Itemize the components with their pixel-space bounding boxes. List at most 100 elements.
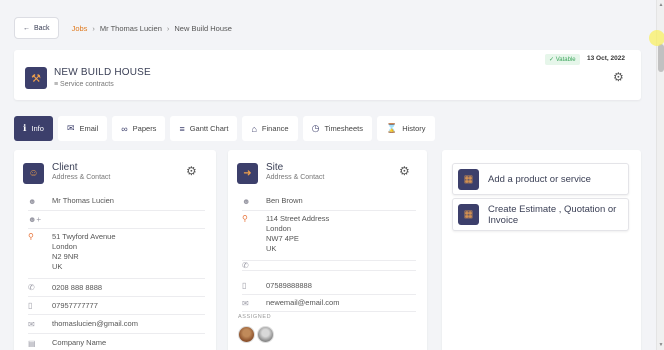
tab-papers-label: Papers xyxy=(132,124,157,133)
client-subtitle: Address & Contact xyxy=(52,174,111,181)
mouse-cursor-highlight xyxy=(649,30,664,46)
back-button[interactable]: ← Back xyxy=(14,17,59,39)
site-phone-row: ✆ xyxy=(242,261,416,271)
back-label: Back xyxy=(34,24,50,32)
vatable-badge: ✓ Vatable xyxy=(545,54,580,65)
job-settings-gear-icon[interactable]: ⚙ xyxy=(613,70,624,84)
client-address-line: N2 9NR xyxy=(52,252,79,261)
client-mobile[interactable]: 07957777777 xyxy=(52,301,98,311)
envelope-icon: ✉ xyxy=(28,319,35,329)
building-icon: ▤ xyxy=(28,338,36,348)
tab-bar: ℹ Info ✉ Email ∞ Papers ≡ Gantt Chart ⌂ … xyxy=(14,116,435,141)
mobile-icon: ▯ xyxy=(28,301,33,310)
assigned-avatar[interactable] xyxy=(238,326,255,343)
hammer-icon: ⚒ xyxy=(25,67,47,89)
client-address-line: UK xyxy=(52,262,63,271)
contact-card-icon: ☺ xyxy=(23,163,44,184)
client-address-line: London xyxy=(52,242,78,251)
job-date: 13 Oct, 2022 xyxy=(587,55,625,62)
site-card: ➜ Site Address & Contact ⚙ ☻ Ben Brown ⚲… xyxy=(228,150,427,350)
assigned-avatar[interactable] xyxy=(257,326,274,343)
top-strip xyxy=(0,0,656,10)
job-title: NEW BUILD HOUSE xyxy=(54,67,151,78)
create-estimate-label: Create Estimate , Quotation or Invoice xyxy=(488,203,617,226)
page-scrollbar[interactable]: ▲ ▼ xyxy=(656,0,664,350)
chevron-right-icon: › xyxy=(92,23,95,33)
calculator-icon: ▦ xyxy=(458,204,479,225)
job-header-card: ⚒ NEW BUILD HOUSE ≡ Service contracts ✓ … xyxy=(14,50,641,100)
brick-icon: ▦ xyxy=(458,168,479,190)
person-add-icon: ☻+ xyxy=(28,215,42,224)
site-email[interactable]: newemail@email.com xyxy=(266,298,339,308)
site-subtitle: Address & Contact xyxy=(266,174,325,181)
client-address-row: ⚲ 51 Twyford Avenue London N2 9NR UK xyxy=(28,229,205,279)
tab-finance[interactable]: ⌂ Finance xyxy=(242,116,298,141)
client-contact-row: ☻+ xyxy=(28,211,205,229)
job-subtitle: ≡ Service contracts xyxy=(54,81,114,88)
client-card: ☺ Client Address & Contact ⚙ ☻ Mr Thomas… xyxy=(14,150,216,350)
site-contact-row: ☻ Ben Brown xyxy=(242,192,416,211)
signpost-icon: ➜ xyxy=(237,163,258,184)
client-phone[interactable]: 0208 888 8888 xyxy=(52,283,102,293)
add-product-label: Add a product or service xyxy=(488,173,591,185)
gantt-icon: ≡ xyxy=(179,123,185,134)
add-product-button[interactable]: ▦ Add a product or service xyxy=(452,163,629,195)
hourglass-icon: ⌛ xyxy=(385,123,398,133)
tab-info-label: Info xyxy=(31,124,44,133)
tab-history-label: History xyxy=(402,124,426,133)
bank-icon: ⌂ xyxy=(251,123,257,134)
breadcrumb: Jobs › Mr Thomas Lucien › New Build Hous… xyxy=(72,24,232,33)
tab-info[interactable]: ℹ Info xyxy=(14,116,53,141)
site-address: 114 Street Address London NW7 4PE UK xyxy=(266,214,329,260)
breadcrumb-current: New Build House xyxy=(174,23,232,33)
site-email-row: ✉ newemail@email.com xyxy=(242,295,416,312)
site-address-line: London xyxy=(266,224,292,233)
tab-timesheets-label: Timesheets xyxy=(324,124,363,133)
client-mobile-row: ▯ 07957777777 xyxy=(28,297,205,315)
client-email[interactable]: thomaslucien@gmail.com xyxy=(52,319,138,329)
person-icon: ☻ xyxy=(242,196,251,206)
tab-timesheets[interactable]: ◷ Timesheets xyxy=(302,116,372,141)
site-mobile[interactable]: 07589888888 xyxy=(266,281,312,291)
vatable-label: Vatable xyxy=(555,56,576,63)
check-icon: ✓ xyxy=(549,57,556,63)
site-settings-gear-icon[interactable]: ⚙ xyxy=(399,164,410,178)
site-address-line: 114 Street Address xyxy=(266,214,330,223)
scroll-down-icon[interactable]: ▼ xyxy=(657,342,664,348)
arrow-left-icon: ← xyxy=(23,24,30,32)
envelope-icon: ✉ xyxy=(66,123,75,133)
client-phone-row: ✆ 0208 888 8888 xyxy=(28,279,205,297)
breadcrumb-jobs[interactable]: Jobs xyxy=(72,24,88,33)
envelope-icon: ✉ xyxy=(242,298,249,308)
client-company-row: ▤ Company Name xyxy=(28,334,205,350)
location-pin-icon: ⚲ xyxy=(242,214,248,223)
mobile-icon: ▯ xyxy=(242,281,247,290)
tab-email-label: Email xyxy=(79,124,99,133)
client-title: Client xyxy=(52,162,78,173)
tab-email[interactable]: ✉ Email xyxy=(57,116,108,141)
client-name-row: ☻ Mr Thomas Lucien xyxy=(28,192,205,211)
assigned-label: ASSIGNED xyxy=(238,314,272,320)
client-company: Company Name xyxy=(52,338,107,347)
tab-history[interactable]: ⌛ History xyxy=(376,116,435,141)
client-settings-gear-icon[interactable]: ⚙ xyxy=(186,164,197,178)
scroll-up-icon[interactable]: ▲ xyxy=(657,2,664,8)
tab-gantt-label: Gantt Chart xyxy=(189,124,229,133)
scrollbar-thumb[interactable] xyxy=(658,44,664,72)
job-subtitle-text: Service contracts xyxy=(60,81,114,88)
site-address-row: ⚲ 114 Street Address London NW7 4PE UK xyxy=(242,211,416,261)
location-pin-icon: ⚲ xyxy=(28,232,34,241)
actions-card: ▦ Add a product or service ▦ Create Esti… xyxy=(442,150,641,350)
create-estimate-button[interactable]: ▦ Create Estimate , Quotation or Invoice xyxy=(452,198,629,231)
client-email-row: ✉ thomaslucien@gmail.com xyxy=(28,315,205,334)
tab-papers[interactable]: ∞ Papers xyxy=(112,116,166,141)
stopwatch-icon: ◷ xyxy=(311,123,320,133)
tab-gantt-chart[interactable]: ≡ Gantt Chart xyxy=(170,116,238,141)
phone-icon: ✆ xyxy=(242,261,249,270)
breadcrumb-client[interactable]: Mr Thomas Lucien xyxy=(100,24,162,33)
tab-finance-label: Finance xyxy=(261,124,289,133)
client-address-line: 51 Twyford Avenue xyxy=(52,232,116,241)
site-address-line: NW7 4PE xyxy=(266,234,299,243)
site-contact: Ben Brown xyxy=(266,196,303,205)
site-address-line: UK xyxy=(266,244,277,253)
